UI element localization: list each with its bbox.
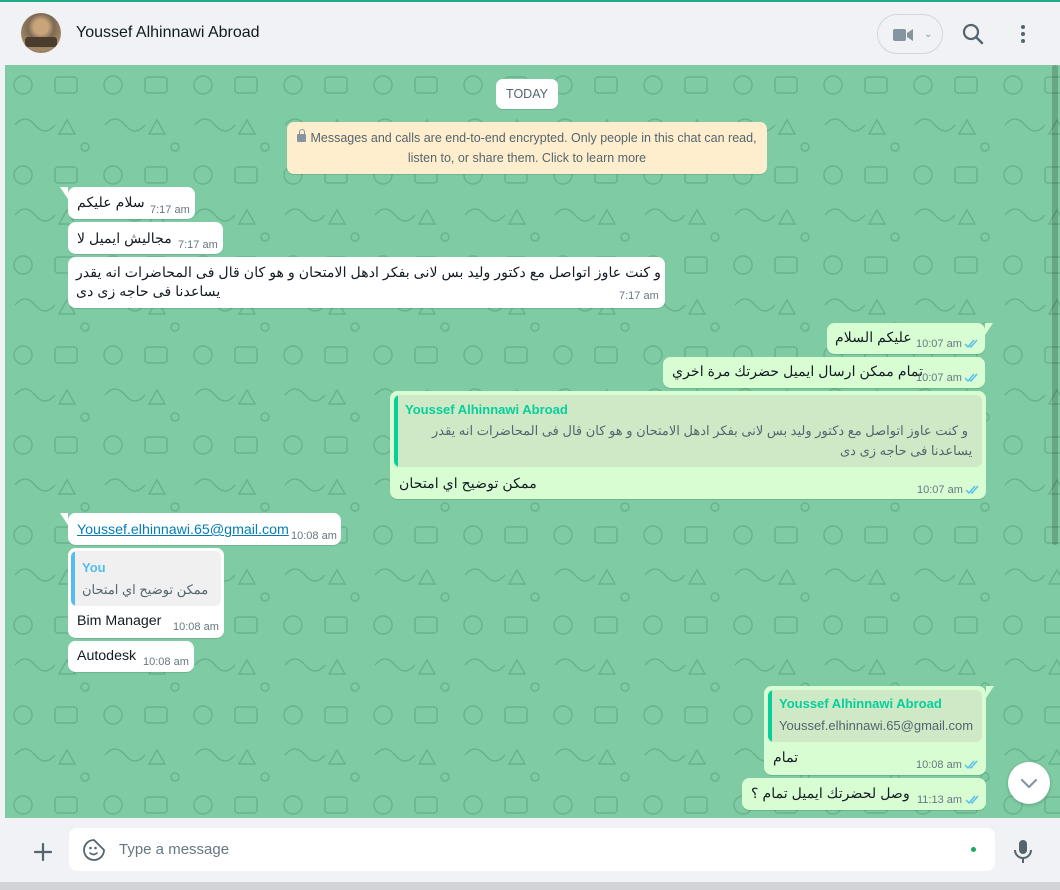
avatar[interactable] <box>21 13 61 53</box>
message-time: 10:08 am <box>291 530 337 542</box>
lock-icon <box>297 129 307 142</box>
read-receipt-icon <box>964 760 978 770</box>
read-receipt-icon <box>965 485 979 495</box>
message-bubble-outgoing[interactable]: عليكم السلام 10:07 am <box>827 323 993 354</box>
video-call-button[interactable]: ⌄ <box>877 14 943 54</box>
message-list[interactable]: TODAY Messages and calls are end-to-end … <box>5 65 1060 818</box>
message-time: 7:17 am <box>150 204 190 216</box>
quote-accent-bar <box>394 395 398 467</box>
message-time: 10:07 am <box>916 338 962 350</box>
quote-text-line2: يساعدنا فى حاجه زى دى <box>840 443 973 458</box>
message-bubble-outgoing-reply[interactable]: Youssef Alhinnawi Abroad و كنت عاوز اتوا… <box>390 391 986 499</box>
video-call-icon <box>893 29 913 41</box>
date-divider: TODAY <box>496 79 558 109</box>
scrollbar[interactable] <box>1052 65 1058 545</box>
message-text: وصل لحضرتك ايميل تمام ؟ <box>751 786 910 802</box>
message-text: Autodesk <box>77 648 137 664</box>
message-text: ممكن توضيح اي امتحان <box>399 476 537 492</box>
encryption-notice[interactable]: Messages and calls are end-to-end encryp… <box>287 122 767 174</box>
message-text: عليكم السلام <box>835 330 912 346</box>
message-text: مجاليش ايميل لا <box>77 231 172 247</box>
message-bubble-outgoing[interactable]: وصل لحضرتك ايميل تمام ؟ 11:13 am <box>742 778 986 810</box>
encryption-text-line2: listen to, or share them. Click to learn… <box>407 151 647 165</box>
quote-accent-bar <box>768 690 772 742</box>
read-receipt-icon <box>964 339 978 349</box>
message-text-line2: يساعدنا فى حاجه زى دى <box>76 284 221 300</box>
search-icon[interactable] <box>959 20 987 48</box>
window-bottom-edge <box>0 882 1060 890</box>
message-time: 10:07 am <box>917 484 963 496</box>
app-window: Youssef Alhinnawi Abroad ⌄ TODAY Message… <box>0 0 1060 890</box>
message-time: 7:17 am <box>619 290 659 302</box>
message-composer <box>69 828 995 871</box>
quote-author: Youssef Alhinnawi Abroad <box>779 696 942 711</box>
quote-text: Youssef.elhinnawi.65@gmail.com <box>779 718 974 733</box>
message-time: 11:13 am <box>917 794 963 806</box>
sticker-icon[interactable] <box>82 838 106 862</box>
message-input[interactable] <box>119 828 969 871</box>
quote-text-line1: و كنت عاوز اتواصل مع دكتور وليد بس لانى … <box>432 423 968 438</box>
message-bubble-incoming[interactable]: و كنت عاوز اتواصل مع دكتور وليد بس لانى … <box>68 257 665 308</box>
read-receipt-icon <box>964 373 978 383</box>
status-dot <box>971 847 976 852</box>
message-text: تمام <box>773 750 799 766</box>
message-bubble-outgoing-reply[interactable]: Youssef Alhinnawi Abroad Youssef.elhinna… <box>764 686 994 775</box>
encryption-text-line1: Messages and calls are end-to-end encryp… <box>310 131 757 145</box>
plus-icon[interactable] <box>31 840 55 864</box>
message-bubble-incoming[interactable]: مجاليش ايميل لا 7:17 am <box>68 222 223 254</box>
quoted-message[interactable]: You ممكن توضيح اي امتحان <box>71 551 221 606</box>
chevron-down-icon <box>1020 778 1038 789</box>
quoted-message[interactable]: Youssef Alhinnawi Abroad Youssef.elhinna… <box>768 690 982 742</box>
chevron-down-icon: ⌄ <box>924 29 933 40</box>
quote-accent-bar <box>71 551 75 606</box>
message-bubble-incoming[interactable]: سلام عليكم 7:17 am <box>60 187 195 219</box>
message-time: 7:17 am <box>178 239 218 251</box>
quoted-message[interactable]: Youssef Alhinnawi Abroad و كنت عاوز اتوا… <box>394 395 982 467</box>
contact-name[interactable]: Youssef Alhinnawi Abroad <box>76 24 260 42</box>
read-receipt-icon <box>965 795 979 805</box>
message-bubble-incoming[interactable]: Youssef.elhinnawi.65@gmail.com 10:08 am <box>60 513 341 545</box>
message-time: 10:08 am <box>173 621 219 633</box>
message-time: 10:08 am <box>916 759 962 771</box>
microphone-icon[interactable] <box>1011 838 1035 864</box>
message-time: 10:08 am <box>143 656 189 668</box>
scroll-to-bottom-button[interactable] <box>1008 762 1050 804</box>
message-text: تمام ممكن ارسال ايميل حضرتك مرة اخري <box>672 364 924 380</box>
quote-author: You <box>82 560 106 575</box>
message-bubble-incoming[interactable]: Autodesk 10:08 am <box>68 641 194 672</box>
message-text: Bim Manager <box>77 613 162 629</box>
message-text: سلام عليكم <box>77 195 145 211</box>
message-time: 10:07 am <box>916 372 962 384</box>
quote-author: Youssef Alhinnawi Abroad <box>405 402 568 417</box>
quote-text: ممكن توضيح اي امتحان <box>82 582 209 597</box>
menu-dots-icon[interactable] <box>1009 20 1037 48</box>
chat-header: Youssef Alhinnawi Abroad ⌄ <box>5 2 1060 65</box>
message-bubble-outgoing[interactable]: تمام ممكن ارسال ايميل حضرتك مرة اخري 10:… <box>663 357 985 388</box>
message-bubble-incoming-reply[interactable]: You ممكن توضيح اي امتحان Bim Manager 10:… <box>68 548 224 638</box>
message-text-line1: و كنت عاوز اتواصل مع دكتور وليد بس لانى … <box>76 265 661 281</box>
email-link[interactable]: Youssef.elhinnawi.65@gmail.com <box>77 522 289 538</box>
composer-bar <box>5 818 1060 882</box>
